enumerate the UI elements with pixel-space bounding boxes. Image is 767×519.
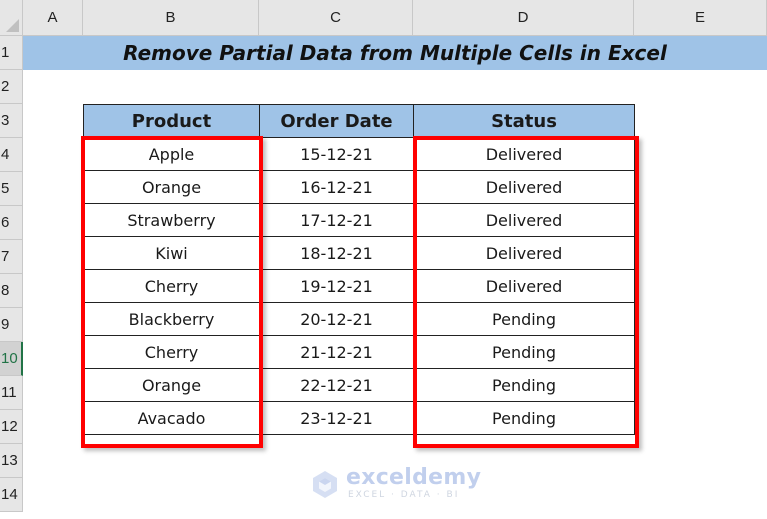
header-cell-product[interactable]: Product — [83, 104, 260, 138]
cell-order-date[interactable]: 21-12-21 — [259, 335, 414, 369]
cell-order-date[interactable]: 23-12-21 — [259, 401, 414, 435]
column-header-d[interactable]: D — [413, 0, 634, 36]
cell-order-date[interactable]: 19-12-21 — [259, 269, 414, 303]
cell-product[interactable]: Blackberry — [83, 302, 260, 336]
cell-order-date[interactable]: 20-12-21 — [259, 302, 414, 336]
cell-product[interactable]: Kiwi — [83, 236, 260, 270]
row-header-10-selected[interactable]: 10 — [0, 342, 23, 376]
table-row: Apple 15-12-21 Delivered — [83, 137, 635, 171]
cell-product[interactable]: Orange — [83, 368, 260, 402]
row-header-8[interactable]: 8 — [0, 274, 23, 308]
cell-status[interactable]: Delivered — [413, 203, 635, 237]
table-row: Kiwi 18-12-21 Delivered — [83, 236, 635, 270]
column-header-e[interactable]: E — [634, 0, 767, 36]
cell-product[interactable]: Cherry — [83, 335, 260, 369]
column-header-c[interactable]: C — [259, 0, 413, 36]
row-header-3[interactable]: 3 — [0, 104, 23, 138]
cell-order-date[interactable]: 22-12-21 — [259, 368, 414, 402]
cell-product[interactable]: Cherry — [83, 269, 260, 303]
row-header-7[interactable]: 7 — [0, 240, 23, 274]
sheet-title-cell[interactable]: Remove Partial Data from Multiple Cells … — [23, 36, 767, 70]
cell-status[interactable]: Delivered — [413, 269, 635, 303]
table-row: Avacado 23-12-21 Pending — [83, 401, 635, 435]
exceldemy-watermark: exceldemy EXCEL · DATA · BI — [310, 467, 481, 500]
cell-order-date[interactable]: 16-12-21 — [259, 170, 414, 204]
exceldemy-logo-icon — [313, 470, 337, 498]
header-cell-status[interactable]: Status — [413, 104, 635, 138]
row-header-13[interactable]: 13 — [0, 444, 23, 478]
row-header-2[interactable]: 2 — [0, 70, 23, 104]
cell-status[interactable]: Delivered — [413, 137, 635, 171]
row-header-6[interactable]: 6 — [0, 206, 23, 240]
row-header-4[interactable]: 4 — [0, 138, 23, 172]
table-row: Orange 22-12-21 Pending — [83, 368, 635, 402]
column-header-b[interactable]: B — [83, 0, 259, 36]
cell-order-date[interactable]: 17-12-21 — [259, 203, 414, 237]
header-cell-order-date[interactable]: Order Date — [259, 104, 414, 138]
cell-order-date[interactable]: 15-12-21 — [259, 137, 414, 171]
cell-status[interactable]: Pending — [413, 368, 635, 402]
table-row: Blackberry 20-12-21 Pending — [83, 302, 635, 336]
row-header-9[interactable]: 9 — [0, 308, 23, 342]
select-all-button[interactable] — [0, 0, 23, 36]
cell-status[interactable]: Pending — [413, 335, 635, 369]
cell-product[interactable]: Avacado — [83, 401, 260, 435]
table-row: Cherry 21-12-21 Pending — [83, 335, 635, 369]
cell-product[interactable]: Strawberry — [83, 203, 260, 237]
row-header-14[interactable]: 14 — [0, 478, 23, 512]
table-header-row: Product Order Date Status — [83, 104, 635, 138]
cell-status[interactable]: Pending — [413, 302, 635, 336]
cell-status[interactable]: Delivered — [413, 170, 635, 204]
watermark-tagline: EXCEL · DATA · BI — [348, 490, 460, 500]
cell-status[interactable]: Pending — [413, 401, 635, 435]
cell-order-date[interactable]: 18-12-21 — [259, 236, 414, 270]
cell-status[interactable]: Delivered — [413, 236, 635, 270]
table-row: Cherry 19-12-21 Delivered — [83, 269, 635, 303]
row-header-1[interactable]: 1 — [0, 36, 23, 70]
watermark-brand: exceldemy — [346, 465, 482, 490]
data-table: Product Order Date Status Apple 15-12-21… — [83, 104, 635, 435]
table-row: Orange 16-12-21 Delivered — [83, 170, 635, 204]
cell-product[interactable]: Apple — [83, 137, 260, 171]
row-header-11[interactable]: 11 — [0, 376, 23, 410]
row-header-5[interactable]: 5 — [0, 172, 23, 206]
row-header-12[interactable]: 12 — [0, 410, 23, 444]
select-all-triangle-icon — [6, 19, 19, 32]
table-row: Strawberry 17-12-21 Delivered — [83, 203, 635, 237]
column-header-a[interactable]: A — [23, 0, 83, 36]
cell-product[interactable]: Orange — [83, 170, 260, 204]
